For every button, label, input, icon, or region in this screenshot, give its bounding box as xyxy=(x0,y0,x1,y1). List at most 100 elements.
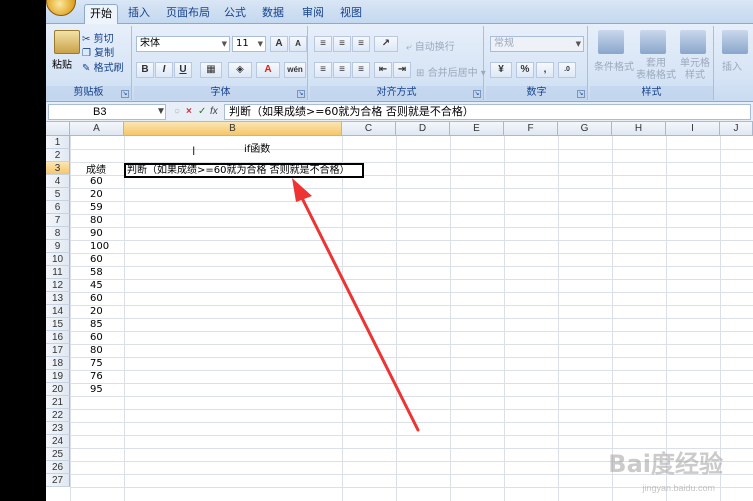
align-top-icon: ≡ xyxy=(320,38,326,49)
tab-view[interactable]: 视图 xyxy=(338,4,364,24)
font-name-value: 宋体 xyxy=(140,38,160,49)
increase-indent-button[interactable]: ⇥ xyxy=(393,62,411,78)
align-center-button[interactable]: ≡ xyxy=(333,62,351,78)
styles-group: 条件格式 套用 表格格式 单元格 样式 样式 xyxy=(590,26,714,100)
shrink-font-button[interactable]: A xyxy=(289,36,307,52)
format-painter-button[interactable]: ✎ 格式刷 xyxy=(82,59,124,74)
paint-bucket-icon: ◈ xyxy=(236,64,244,75)
wrap-text-button[interactable]: ⤶ 自动换行 xyxy=(406,38,455,53)
fill-color-button[interactable]: ◈ xyxy=(228,62,252,78)
comma-style-button[interactable]: , xyxy=(536,62,554,78)
orientation-button[interactable]: ↗ xyxy=(374,36,398,52)
align-left-icon: ≡ xyxy=(320,64,326,75)
decrease-indent-button[interactable]: ⇤ xyxy=(374,62,392,78)
format-as-table-button[interactable]: 套用 表格格式 xyxy=(636,58,676,82)
tab-insert[interactable]: 插入 xyxy=(124,4,154,24)
insert-function-button[interactable]: fx xyxy=(210,106,218,117)
number-dialog-launcher[interactable]: ↘ xyxy=(577,90,585,98)
copy-button[interactable]: ❐ 复制 xyxy=(82,44,114,59)
bold-button[interactable]: B xyxy=(136,62,154,78)
tab-data[interactable]: 数据 xyxy=(260,4,286,24)
align-bottom-icon: ≡ xyxy=(358,38,364,49)
align-top-button[interactable]: ≡ xyxy=(314,36,332,52)
insert-cells-button[interactable]: 插入 xyxy=(722,58,742,73)
conditional-format-icon xyxy=(598,30,624,54)
insert-cells-icon xyxy=(722,30,748,54)
excel-window: 开始 插入 页面布局 公式 数据 审阅 视图 粘贴 ✂ 剪切 ❐ 复制 ✎ 格式… xyxy=(46,0,753,501)
font-color-button[interactable]: A xyxy=(256,62,280,78)
borders-button[interactable]: ▦ xyxy=(200,62,222,78)
enter-formula-button[interactable]: ✓ xyxy=(198,106,206,117)
clipboard-dialog-launcher[interactable]: ↘ xyxy=(121,90,129,98)
cell-styles-button[interactable]: 单元格 样式 xyxy=(680,58,710,82)
office-button[interactable] xyxy=(46,0,76,16)
font-group-label: 字体 xyxy=(134,86,307,100)
paste-button[interactable]: 粘贴 xyxy=(52,56,72,71)
font-group: 宋体 ▼ 11 ▼ A A B I U ▦ ◈ A wén 字体 ↘ xyxy=(134,26,308,100)
cancel-formula-button[interactable]: × xyxy=(186,106,192,117)
copy-label: 复制 xyxy=(94,48,115,59)
ribbon: 粘贴 ✂ 剪切 ❐ 复制 ✎ 格式刷 剪贴板 ↘ 宋体 ▼ 11 ▼ A A B I… xyxy=(46,24,753,102)
cell-styles-icon xyxy=(680,30,706,54)
align-bottom-button[interactable]: ≡ xyxy=(352,36,370,52)
font-name-dropdown[interactable]: 宋体 ▼ xyxy=(136,36,230,52)
name-box[interactable]: B3 xyxy=(48,104,166,120)
align-right-icon: ≡ xyxy=(358,64,364,75)
align-middle-button[interactable]: ≡ xyxy=(333,36,351,52)
formula-bar: B3 ▼ ○ × ✓ fx 判断（如果成绩>=60就为合格 否则就是不合格） xyxy=(46,102,753,122)
brush-icon: ✎ xyxy=(82,63,91,74)
wrap-text-label: 自动换行 xyxy=(414,42,455,53)
conditional-format-button[interactable]: 条件格式 xyxy=(594,58,634,73)
styles-group-label: 样式 xyxy=(590,86,713,100)
number-format-dropdown[interactable]: 常规 ▼ xyxy=(490,36,584,52)
merge-center-label: 合并后居中 xyxy=(427,68,478,79)
chevron-down-icon: ▼ xyxy=(257,40,263,48)
underline-button[interactable]: U xyxy=(174,62,192,78)
align-right-button[interactable]: ≡ xyxy=(352,62,370,78)
paste-icon xyxy=(54,30,80,54)
currency-icon: ¥ xyxy=(498,64,504,75)
align-middle-icon: ≡ xyxy=(339,38,345,49)
number-group: 常规 ▼ ¥ % , .0 数字 ↘ xyxy=(486,26,588,100)
chevron-down-icon: ▼ xyxy=(575,40,581,48)
cut-button[interactable]: ✂ 剪切 xyxy=(82,30,114,45)
tab-review[interactable]: 审阅 xyxy=(300,4,326,24)
tab-home[interactable]: 开始 xyxy=(84,4,118,24)
align-left-button[interactable]: ≡ xyxy=(314,62,332,78)
outdent-icon: ⇤ xyxy=(378,64,388,75)
worksheet-grid[interactable]: A B C D E F G H I J 1 2 3 4 5 6 7 8 9 10 11 12 13 14 1… xyxy=(46,122,753,501)
increase-decimal-button[interactable]: .0 xyxy=(558,62,576,78)
cells-group: 插入 xyxy=(716,26,753,100)
font-size-value: 11 xyxy=(236,38,249,49)
chevron-down-icon: ▼ xyxy=(156,106,166,117)
font-size-dropdown[interactable]: 11 ▼ xyxy=(232,36,266,52)
italic-button[interactable]: I xyxy=(155,62,173,78)
align-center-icon: ≡ xyxy=(339,64,345,75)
clipboard-group: 粘贴 ✂ 剪切 ❐ 复制 ✎ 格式刷 剪贴板 ↘ xyxy=(46,26,132,100)
arrow-shaft xyxy=(296,188,420,432)
border-icon: ▦ xyxy=(206,64,216,75)
tab-formulas[interactable]: 公式 xyxy=(222,4,248,24)
format-painter-label: 格式刷 xyxy=(93,63,124,74)
decimal-icon: .0 xyxy=(564,66,570,73)
font-color-icon: A xyxy=(264,64,272,75)
chevron-down-icon: ▼ xyxy=(221,40,227,48)
number-format-value: 常规 xyxy=(494,38,514,49)
indent-icon: ⇥ xyxy=(397,64,407,75)
ribbon-tab-bar: 开始 插入 页面布局 公式 数据 审阅 视图 xyxy=(46,0,753,24)
merge-icon: ⊞ xyxy=(416,68,425,79)
currency-button[interactable]: ¥ xyxy=(490,62,512,78)
font-dialog-launcher[interactable]: ↘ xyxy=(297,90,305,98)
grow-font-button[interactable]: A xyxy=(270,36,288,52)
drag-handle-icon[interactable]: ○ xyxy=(174,106,180,117)
merge-center-button[interactable]: ⊞ 合并后居中 ▾ xyxy=(416,64,486,79)
clipboard-group-label: 剪贴板 xyxy=(46,86,131,100)
alignment-dialog-launcher[interactable]: ↘ xyxy=(473,90,481,98)
tab-page-layout[interactable]: 页面布局 xyxy=(164,4,212,24)
phonetic-button[interactable]: wén xyxy=(284,62,306,78)
wrap-text-icon: ⤶ xyxy=(406,42,412,53)
formula-input[interactable]: 判断（如果成绩>=60就为合格 否则就是不合格） xyxy=(224,104,751,120)
percent-button[interactable]: % xyxy=(516,62,534,78)
copy-icon: ❐ xyxy=(82,48,91,59)
arrow-head xyxy=(292,178,312,202)
